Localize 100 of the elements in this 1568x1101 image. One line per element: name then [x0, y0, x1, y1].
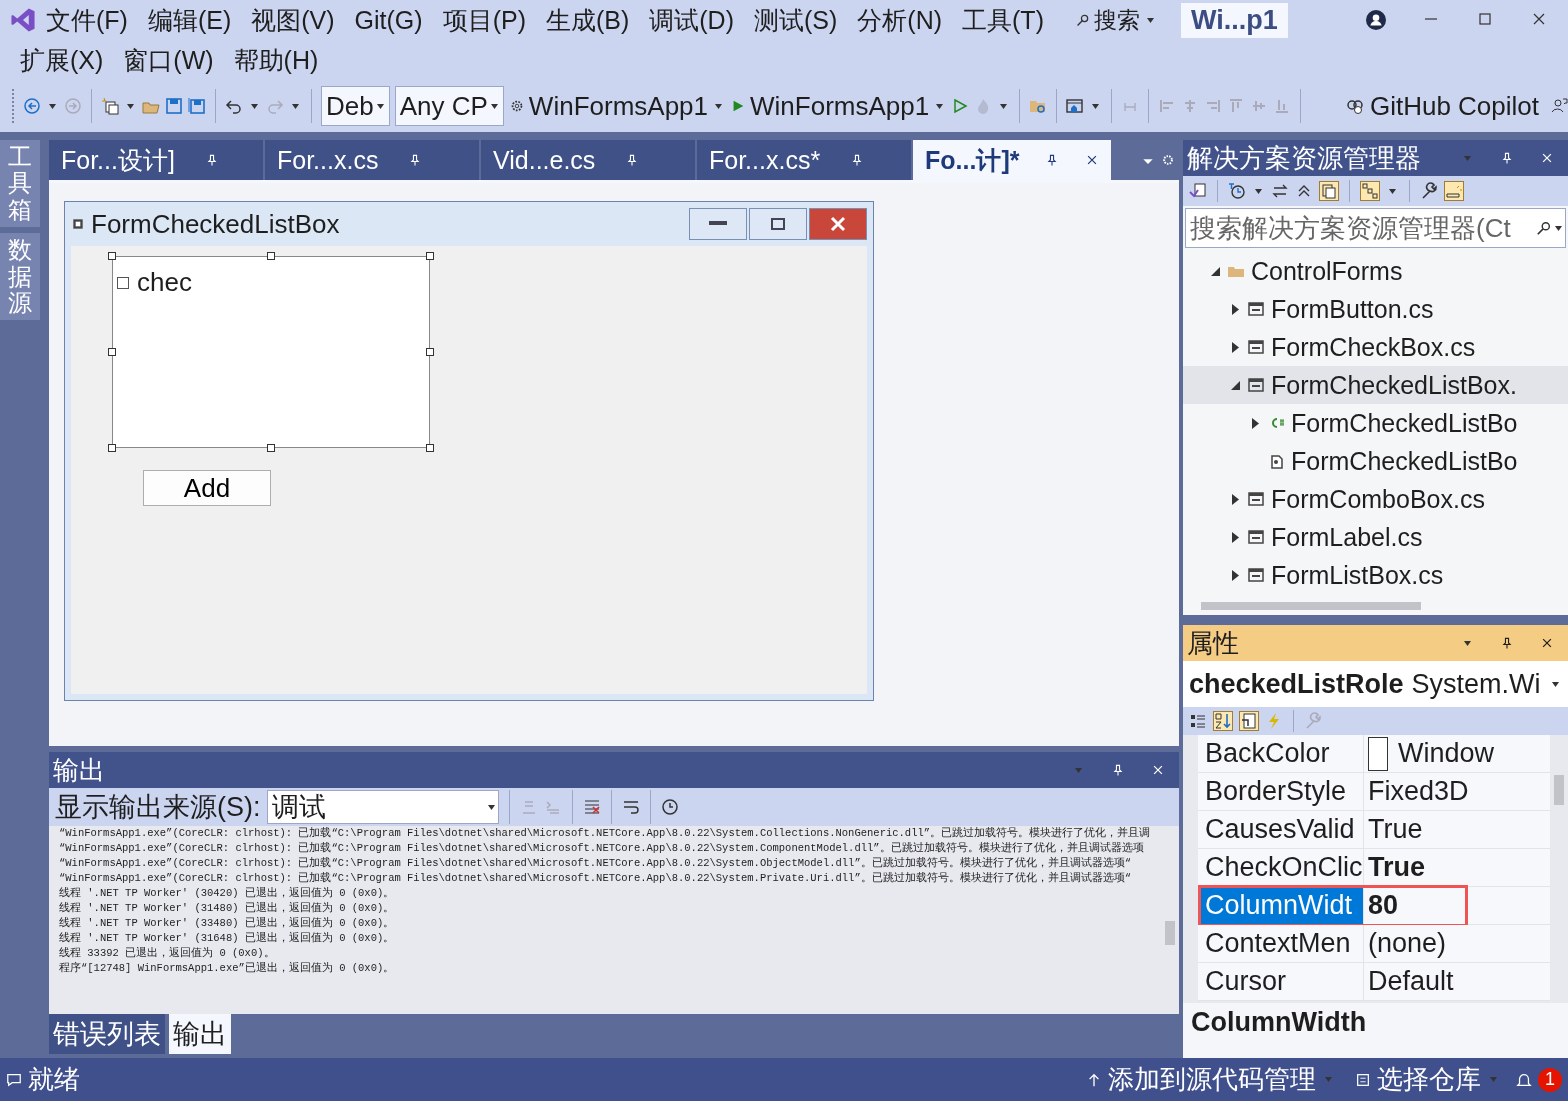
- tree-item[interactable]: FormLabel.cs: [1183, 518, 1568, 556]
- window-home-icon[interactable]: [1066, 97, 1085, 115]
- pin-icon[interactable]: [1500, 636, 1514, 650]
- selection-handle[interactable]: [108, 444, 116, 452]
- tree-item[interactable]: ControlForms: [1183, 252, 1568, 290]
- menu-item[interactable]: 视图(V): [241, 3, 345, 37]
- repository-button[interactable]: 选择仓库: [1355, 1062, 1500, 1097]
- minimize-button[interactable]: [689, 208, 747, 240]
- property-row[interactable]: ColumnWidt 80: [1198, 887, 1550, 925]
- collapsed-arrow-icon[interactable]: [1231, 569, 1239, 581]
- property-value[interactable]: True: [1364, 811, 1550, 848]
- feedback-icon[interactable]: [1550, 97, 1568, 115]
- add-button[interactable]: Add: [143, 470, 271, 506]
- property-value[interactable]: True: [1364, 849, 1550, 886]
- document-tab[interactable]: For...x.cs: [265, 140, 479, 180]
- expanded-arrow-icon[interactable]: [1230, 380, 1240, 390]
- close-icon[interactable]: [1540, 151, 1554, 165]
- configuration-dropdown[interactable]: Deb: [321, 86, 390, 126]
- menu-item[interactable]: 测试(S): [744, 3, 848, 37]
- selection-handle[interactable]: [267, 252, 275, 260]
- tree-item[interactable]: FormCheckedListBox.: [1183, 366, 1568, 404]
- show-all-files-button[interactable]: [1319, 181, 1339, 201]
- startup-project-dropdown[interactable]: WinFormsApp1: [508, 90, 725, 122]
- side-tab[interactable]: 数据源: [0, 233, 40, 321]
- search-field[interactable]: 搜索解决方案资源管理器(Ct: [1185, 208, 1566, 248]
- selection-handle[interactable]: [108, 252, 116, 260]
- menu-item[interactable]: 文件(F): [36, 3, 138, 37]
- menu-item[interactable]: Git(G): [344, 5, 433, 35]
- save-icon[interactable]: [165, 97, 183, 115]
- settings-icon[interactable]: [1161, 153, 1175, 167]
- app-logo-icon[interactable]: [10, 7, 36, 33]
- wrench-icon[interactable]: [1420, 182, 1438, 200]
- view-hierarchy-button[interactable]: [1360, 181, 1380, 201]
- collapsed-arrow-icon[interactable]: [1231, 531, 1239, 543]
- menu-item[interactable]: 窗口(W): [113, 43, 224, 77]
- side-tab[interactable]: 工具箱: [0, 140, 40, 228]
- maximize-button[interactable]: [749, 208, 807, 240]
- property-row[interactable]: CheckOnClic True: [1198, 849, 1550, 887]
- property-name[interactable]: ContextMen: [1198, 925, 1364, 962]
- document-tab[interactable]: For...设计]: [49, 140, 263, 180]
- menu-item[interactable]: 项目(P): [432, 3, 536, 37]
- property-name[interactable]: CheckOnClic: [1198, 849, 1364, 886]
- document-tab[interactable]: Fo...计]*: [913, 140, 1112, 180]
- property-name[interactable]: ColumnWidt: [1198, 887, 1364, 924]
- new-project-icon[interactable]: [101, 97, 119, 115]
- tree-item[interactable]: FormListBox.cs: [1183, 556, 1568, 594]
- menu-item[interactable]: 分析(N): [847, 3, 953, 37]
- tree-item[interactable]: FormCheckedListBo: [1183, 442, 1568, 480]
- account-icon[interactable]: [1366, 10, 1386, 30]
- copilot-button[interactable]: GitHub Copilot: [1345, 90, 1545, 122]
- property-row[interactable]: BorderStyle Fixed3D: [1198, 773, 1550, 811]
- selection-handle[interactable]: [426, 252, 434, 260]
- close-icon[interactable]: [1540, 636, 1554, 650]
- properties-button[interactable]: [1239, 711, 1259, 731]
- alphabetical-button[interactable]: [1213, 711, 1233, 731]
- categorized-icon[interactable]: [1189, 712, 1207, 730]
- scrollbar-thumb[interactable]: [1554, 775, 1564, 805]
- selection-handle[interactable]: [426, 444, 434, 452]
- property-value[interactable]: Window: [1364, 735, 1550, 772]
- tree-item[interactable]: FormCheckedListBo: [1183, 404, 1568, 442]
- document-tab[interactable]: Vid...e.cs: [481, 140, 695, 180]
- tree-item[interactable]: FormCheckBox.cs: [1183, 328, 1568, 366]
- search-button[interactable]: 搜索: [1075, 4, 1157, 36]
- property-name[interactable]: CausesValid: [1198, 811, 1364, 848]
- checkbox[interactable]: [117, 276, 129, 289]
- menu-item[interactable]: 调试(D): [639, 3, 744, 37]
- menu-item[interactable]: 生成(B): [535, 3, 640, 37]
- output-source-dropdown[interactable]: 调试: [266, 790, 499, 824]
- property-row[interactable]: ContextMen (none): [1198, 925, 1550, 963]
- history-icon[interactable]: [1228, 182, 1246, 200]
- expanded-arrow-icon[interactable]: [1210, 266, 1220, 276]
- save-all-icon[interactable]: [188, 97, 206, 115]
- property-name[interactable]: Cursor: [1198, 963, 1364, 1000]
- collapsed-arrow-icon[interactable]: [1231, 493, 1239, 505]
- panel-tab[interactable]: 输出: [169, 1014, 231, 1054]
- collapsed-arrow-icon[interactable]: [1231, 303, 1239, 315]
- close-icon[interactable]: [1151, 763, 1165, 777]
- tree-item[interactable]: FormButton.cs: [1183, 290, 1568, 328]
- clear-all-icon[interactable]: [582, 798, 601, 816]
- back-icon[interactable]: [23, 97, 41, 115]
- collapsed-arrow-icon[interactable]: [1251, 417, 1259, 429]
- property-row[interactable]: CausesValid True: [1198, 811, 1550, 849]
- collapsed-arrow-icon[interactable]: [1231, 341, 1239, 353]
- property-value[interactable]: Fixed3D: [1364, 773, 1550, 810]
- menu-item[interactable]: 扩展(X): [10, 43, 114, 77]
- pin-icon[interactable]: [1111, 763, 1125, 777]
- undo-icon[interactable]: [225, 97, 243, 115]
- scrollbar-thumb[interactable]: [1201, 602, 1421, 610]
- menu-item[interactable]: 编辑(E): [137, 3, 242, 37]
- property-row[interactable]: BackColor Window: [1198, 735, 1550, 773]
- checked-list-box[interactable]: chec: [112, 256, 430, 448]
- preview-button[interactable]: [1444, 181, 1464, 201]
- property-row[interactable]: Cursor Default: [1198, 963, 1550, 1001]
- pin-icon[interactable]: [1500, 151, 1514, 165]
- sync-icon[interactable]: [1271, 182, 1289, 200]
- selection-handle[interactable]: [267, 444, 275, 452]
- property-value[interactable]: 80: [1364, 887, 1550, 924]
- document-tab[interactable]: For...x.cs*: [697, 140, 911, 180]
- property-name[interactable]: BorderStyle: [1198, 773, 1364, 810]
- platform-dropdown[interactable]: Any CP: [394, 86, 504, 126]
